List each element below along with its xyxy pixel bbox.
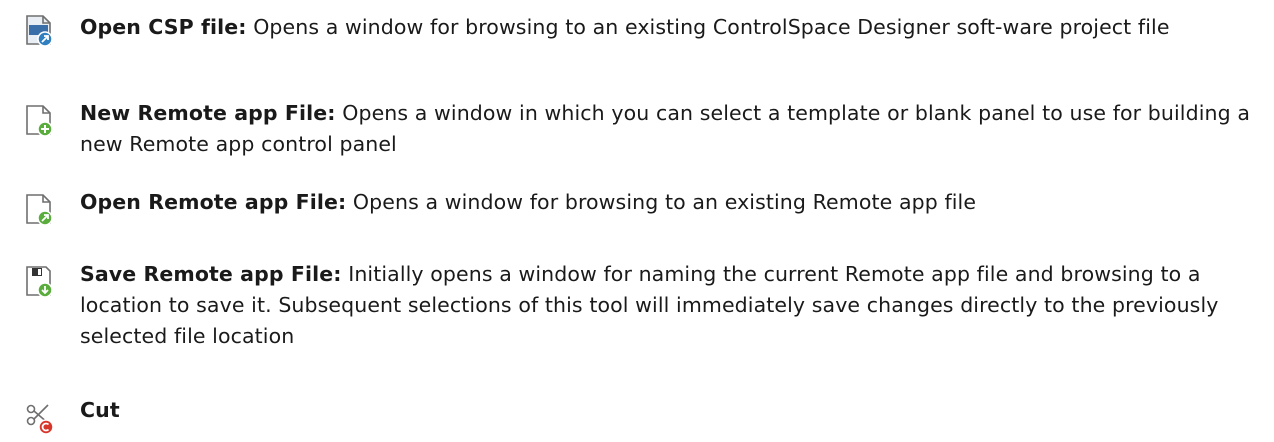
- save-remote-app-file-icon: [24, 265, 54, 299]
- tool-entry-title: Cut: [80, 398, 120, 422]
- tool-entry-description: Opens a window for browsing to an existi…: [253, 15, 1170, 39]
- cut-icon: [24, 401, 54, 435]
- open-remote-app-file-icon: [24, 193, 54, 227]
- tool-entry-description: Opens a window for browsing to an existi…: [352, 190, 977, 214]
- tool-entry-text: Open CSP file: Opens a window for browsi…: [80, 12, 1255, 43]
- tool-entry-text: Cut: [80, 395, 1255, 426]
- tool-entry-text: Open Remote app File: Opens a window for…: [80, 187, 1255, 218]
- tool-entry-text: Save Remote app File: Initially opens a …: [80, 259, 1255, 352]
- tool-entry-title: Open Remote app File:: [80, 190, 347, 214]
- tool-entry-title: Open CSP file:: [80, 15, 247, 39]
- tool-entry-title: Save Remote app File:: [80, 262, 342, 286]
- tool-entry-title: New Remote app File:: [80, 101, 336, 125]
- tool-entry-text: New Remote app File: Opens a window in w…: [80, 98, 1255, 160]
- open-csp-file-icon: [24, 14, 54, 48]
- new-remote-app-file-icon: [24, 104, 54, 138]
